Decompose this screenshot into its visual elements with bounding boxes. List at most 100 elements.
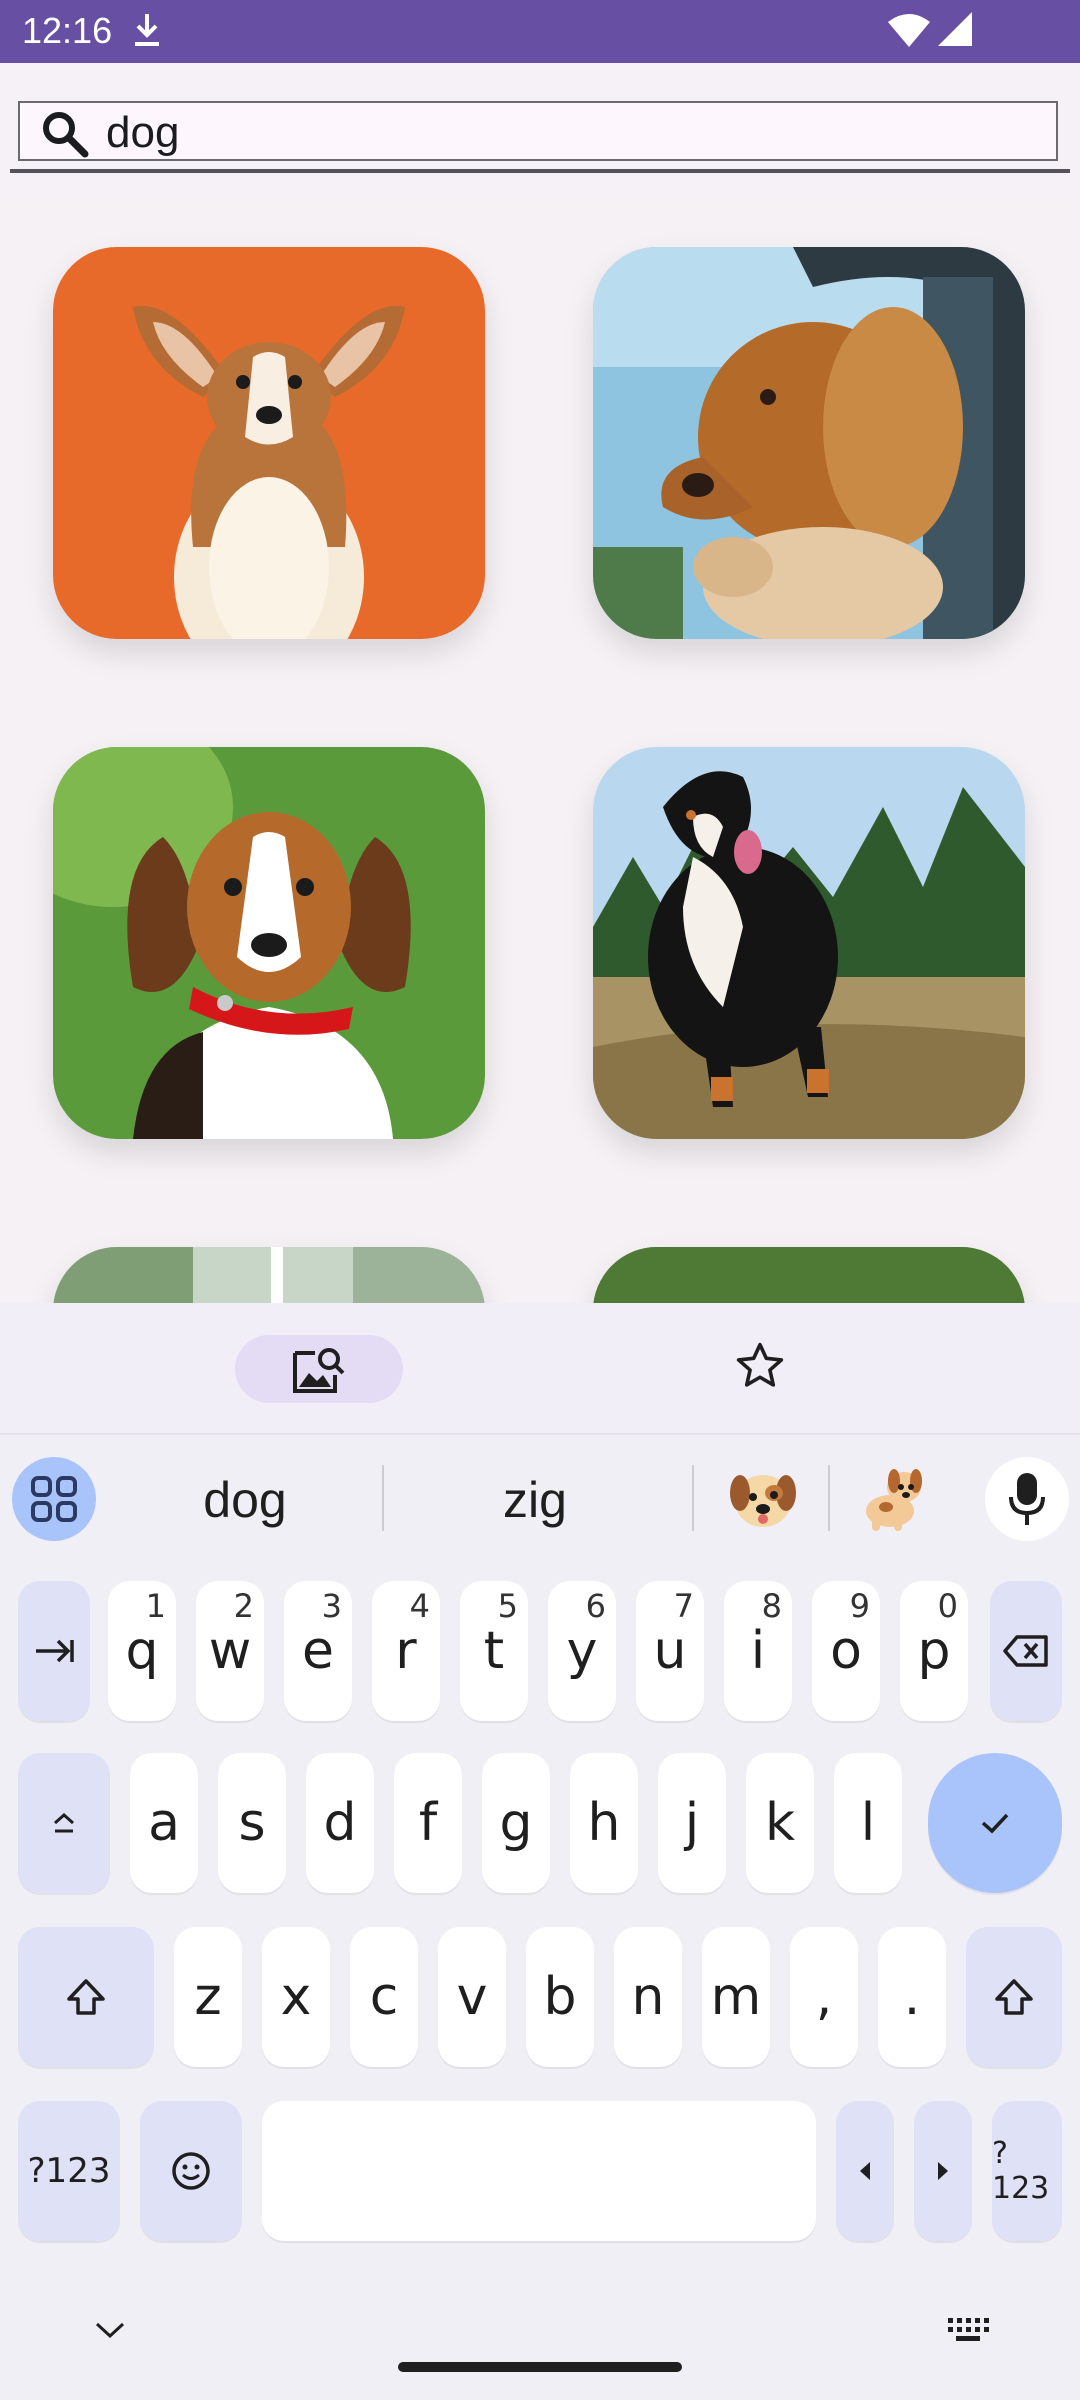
- key-o[interactable]: o9: [812, 1581, 880, 1721]
- cursor-right-key[interactable]: [914, 2101, 972, 2241]
- key-label: j: [684, 1793, 700, 1853]
- key-label: s: [238, 1793, 266, 1853]
- soft-keyboard: dog zig q 1 w 2 e 3 r 4 t 5 y 6 u 7 i 8 …: [0, 1435, 1080, 2400]
- key-g[interactable]: g: [482, 1753, 550, 1893]
- key-h[interactable]: h: [570, 1753, 638, 1893]
- backspace-key[interactable]: [990, 1581, 1062, 1721]
- enter-key[interactable]: [928, 1753, 1062, 1893]
- key-period[interactable]: .: [878, 1927, 946, 2067]
- key-l[interactable]: l: [834, 1753, 902, 1893]
- key-n[interactable]: n: [614, 1927, 682, 2067]
- image-result-card[interactable]: [593, 1247, 1025, 1303]
- keyboard-toolbar: [0, 1303, 1080, 1435]
- search-underline: [10, 169, 1070, 173]
- key-hint: 1: [145, 1587, 166, 1625]
- key-p[interactable]: p0: [900, 1581, 968, 1721]
- key-y[interactable]: y6: [548, 1581, 616, 1721]
- key-hint: 8: [761, 1587, 782, 1625]
- key-b[interactable]: b: [526, 1927, 594, 2067]
- caps-icon: [54, 1812, 74, 1833]
- key-e[interactable]: e3: [284, 1581, 352, 1721]
- grid-apps-icon: [31, 1476, 77, 1522]
- key-s[interactable]: s: [218, 1753, 286, 1893]
- key-label: z: [194, 1967, 222, 2027]
- key-label: g: [499, 1793, 533, 1853]
- key-t[interactable]: t5: [460, 1581, 528, 1721]
- image-search-button[interactable]: [235, 1335, 403, 1403]
- key-hint: 6: [585, 1587, 606, 1625]
- key-label: l: [860, 1793, 876, 1853]
- key-z[interactable]: z: [174, 1927, 242, 2067]
- search-input[interactable]: dog: [18, 101, 1058, 161]
- key-a[interactable]: a: [130, 1753, 198, 1893]
- keyboard-switch-icon[interactable]: [946, 2314, 990, 2349]
- navigation-bar: [0, 2280, 1080, 2400]
- image-result-card[interactable]: [53, 747, 485, 1139]
- image-result-card[interactable]: [53, 1247, 485, 1303]
- star-icon[interactable]: [733, 1339, 787, 1398]
- symbols-key-right[interactable]: ?123: [992, 2101, 1062, 2241]
- beagle-image: [53, 747, 485, 1139]
- bernese-dog-image: [593, 747, 1025, 1139]
- key-q[interactable]: q1: [108, 1581, 176, 1721]
- key-label: .: [903, 1967, 921, 2027]
- key-d[interactable]: d: [306, 1753, 374, 1893]
- corgi-puppy-image: [53, 247, 485, 639]
- image-result-card[interactable]: [53, 247, 485, 639]
- symbols-key[interactable]: ?123: [18, 2101, 120, 2241]
- key-v[interactable]: v: [438, 1927, 506, 2067]
- key-label: k: [764, 1793, 796, 1853]
- key-label: b: [543, 1967, 577, 2027]
- key-label: q: [125, 1621, 159, 1681]
- key-label: i: [750, 1621, 766, 1681]
- image-search-icon: [293, 1348, 345, 1393]
- suggestion-word[interactable]: dog: [160, 1471, 330, 1529]
- search-icon: [40, 109, 90, 164]
- key-label: f: [418, 1793, 438, 1853]
- key-j[interactable]: j: [658, 1753, 726, 1893]
- key-f[interactable]: f: [394, 1753, 462, 1893]
- key-label: h: [587, 1793, 621, 1853]
- dog-emoji[interactable]: [860, 1461, 934, 1540]
- key-label: a: [148, 1793, 180, 1853]
- suggestion-strip: dog zig: [0, 1435, 1080, 1565]
- cursor-left-key[interactable]: [836, 2101, 894, 2241]
- image-result-card[interactable]: [593, 247, 1025, 639]
- key-w[interactable]: w2: [196, 1581, 264, 1721]
- key-r[interactable]: r4: [372, 1581, 440, 1721]
- search-query-text: dog: [106, 108, 180, 157]
- caps-lock-key[interactable]: [18, 1753, 110, 1893]
- home-indicator[interactable]: [398, 2362, 682, 2372]
- emoji-key[interactable]: [140, 2101, 242, 2241]
- keyboard-apps-button[interactable]: [12, 1457, 96, 1541]
- checkmark-icon: [981, 1813, 1009, 1834]
- key-label: ,: [815, 1967, 833, 2027]
- key-label: o: [830, 1621, 862, 1681]
- key-k[interactable]: k: [746, 1753, 814, 1893]
- suggestion-divider: [828, 1465, 830, 1531]
- key-m[interactable]: m: [702, 1927, 770, 2067]
- dog-face-emoji[interactable]: [726, 1461, 800, 1540]
- shift-key-left[interactable]: [18, 1927, 154, 2067]
- tab-key[interactable]: [18, 1581, 90, 1721]
- key-label: n: [631, 1967, 665, 2027]
- voice-input-button[interactable]: [985, 1457, 1069, 1541]
- shift-key-right[interactable]: [966, 1927, 1062, 2067]
- key-label: e: [302, 1621, 334, 1681]
- key-i[interactable]: i8: [724, 1581, 792, 1721]
- space-key[interactable]: [262, 2101, 816, 2241]
- hide-keyboard-icon[interactable]: [94, 2320, 126, 2345]
- key-c[interactable]: c: [350, 1927, 418, 2067]
- backspace-icon: [1003, 1635, 1048, 1667]
- suggestion-word[interactable]: zig: [450, 1471, 620, 1529]
- key-label: x: [280, 1967, 312, 2027]
- image-result-card[interactable]: [593, 747, 1025, 1139]
- key-hint: 5: [497, 1587, 518, 1625]
- key-comma[interactable]: ,: [790, 1927, 858, 2067]
- status-bar: 12:16: [0, 0, 1080, 63]
- emoji-icon: [172, 2152, 210, 2190]
- key-hint: 7: [673, 1587, 694, 1625]
- key-u[interactable]: u7: [636, 1581, 704, 1721]
- key-hint: 4: [409, 1587, 430, 1625]
- key-x[interactable]: x: [262, 1927, 330, 2067]
